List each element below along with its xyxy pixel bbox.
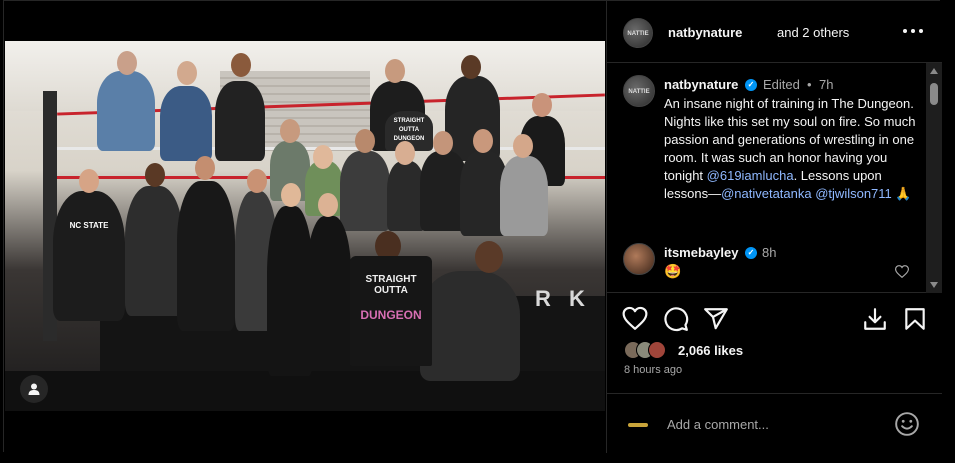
author-username[interactable]: natbynature xyxy=(668,25,742,40)
post-photo[interactable]: R K STRAIGHT OUTTA DUNGEON NC STATE STRA… xyxy=(5,41,605,411)
avatar-text: NATTIE xyxy=(627,31,649,37)
save-icon[interactable] xyxy=(862,306,888,332)
person xyxy=(500,156,548,236)
sign-line-2: DUNGEON xyxy=(360,308,422,322)
scroll-thumb[interactable] xyxy=(930,83,938,105)
person-head xyxy=(461,55,481,79)
person xyxy=(445,76,500,161)
person-head xyxy=(231,53,251,77)
share-icon[interactable] xyxy=(703,306,729,332)
comment-username[interactable]: itsmebayley xyxy=(664,245,738,260)
person-head xyxy=(385,59,405,83)
apron-text: R K xyxy=(535,286,591,311)
person-head xyxy=(247,169,267,193)
sign-line-1: STRAIGHT OUTTA xyxy=(365,274,417,296)
comments-section[interactable]: NATTIE natbynature ✓ Edited • 7h An insa… xyxy=(607,63,942,293)
person-head xyxy=(281,183,301,207)
emoji-icon[interactable] xyxy=(894,411,920,437)
post-panel: NATTIE natbynature and 2 others NATTIE n… xyxy=(606,1,942,453)
more-options-button[interactable] xyxy=(903,23,923,39)
comment-input[interactable] xyxy=(667,413,887,435)
person-head xyxy=(280,119,300,143)
bookmark-icon[interactable] xyxy=(902,306,928,332)
user-tag-icon xyxy=(28,383,40,395)
current-user-avatar xyxy=(624,411,652,439)
comment-time[interactable]: 8h xyxy=(762,245,776,260)
person-head xyxy=(532,93,552,117)
person xyxy=(160,86,212,161)
caption-text: An insane night of training in The Dunge… xyxy=(664,95,919,203)
author-avatar[interactable]: NATTIE xyxy=(623,18,653,48)
person-head xyxy=(117,51,137,75)
post-actions: 2,066 likes 8 hours ago xyxy=(607,293,942,393)
user-tag-button[interactable] xyxy=(20,375,48,403)
mention-link[interactable]: @tjwilson711 xyxy=(815,186,892,201)
more-icon-dot xyxy=(911,29,915,33)
person xyxy=(177,181,235,331)
person xyxy=(340,151,390,231)
person-head xyxy=(513,134,533,158)
mention-link[interactable]: @619iamlucha xyxy=(707,168,794,183)
liker-avatar xyxy=(648,341,666,359)
caption-time[interactable]: 7h xyxy=(819,77,833,92)
commenter-avatar[interactable] xyxy=(623,243,655,275)
caption-emoji: 🙏 xyxy=(891,186,912,201)
comment-text: 🤩 xyxy=(664,263,682,279)
more-icon-dot xyxy=(919,29,923,33)
person-head xyxy=(395,141,415,165)
more-icon xyxy=(903,29,907,33)
comments-scrollbar[interactable] xyxy=(926,63,942,293)
likers-avatars[interactable] xyxy=(624,341,674,359)
person xyxy=(215,81,265,161)
person xyxy=(420,271,520,381)
person-head xyxy=(79,169,99,193)
logo-mark-icon xyxy=(628,423,648,427)
caption-avatar[interactable]: NATTIE xyxy=(623,75,655,107)
comment-icon[interactable] xyxy=(663,306,689,332)
person-head xyxy=(318,193,338,217)
verified-badge-icon: ✓ xyxy=(745,247,757,259)
meta-separator: • xyxy=(807,77,812,92)
shirt-text: NC STATE xyxy=(69,221,109,230)
banner-text: STRAIGHT OUTTA DUNGEON xyxy=(393,118,425,142)
person-head xyxy=(145,163,165,187)
post-header: NATTIE natbynature and 2 others xyxy=(607,1,942,63)
person-head xyxy=(473,129,493,153)
person xyxy=(125,186,183,316)
person-head xyxy=(313,145,333,169)
person-head xyxy=(433,131,453,155)
caption-username[interactable]: natbynature xyxy=(664,77,738,92)
scroll-down-icon[interactable] xyxy=(930,282,938,288)
avatar-text: NATTIE xyxy=(628,89,650,95)
person xyxy=(53,191,125,321)
comment-like-icon[interactable] xyxy=(895,265,909,278)
post-media: R K STRAIGHT OUTTA DUNGEON NC STATE STRA… xyxy=(4,1,606,453)
likes-count[interactable]: 2,066 likes xyxy=(678,343,743,358)
scroll-up-icon[interactable] xyxy=(930,68,938,74)
straight-outta-dungeon-shirt: STRAIGHT OUTTA DUNGEON xyxy=(350,256,432,366)
person-head xyxy=(195,156,215,180)
person xyxy=(97,71,155,151)
verified-badge-icon: ✓ xyxy=(745,79,757,91)
person xyxy=(307,216,351,356)
person-head xyxy=(177,61,197,85)
add-comment-bar xyxy=(607,393,942,453)
mention-link[interactable]: @nativetatanka xyxy=(721,186,812,201)
edited-label: Edited xyxy=(763,77,800,92)
heart-icon[interactable] xyxy=(622,306,648,332)
post-modal: R K STRAIGHT OUTTA DUNGEON NC STATE STRA… xyxy=(3,0,942,453)
person-head xyxy=(475,241,503,273)
coauthors-link[interactable]: and 2 others xyxy=(777,25,849,40)
post-timestamp[interactable]: 8 hours ago xyxy=(624,364,682,376)
person-head xyxy=(355,129,375,153)
